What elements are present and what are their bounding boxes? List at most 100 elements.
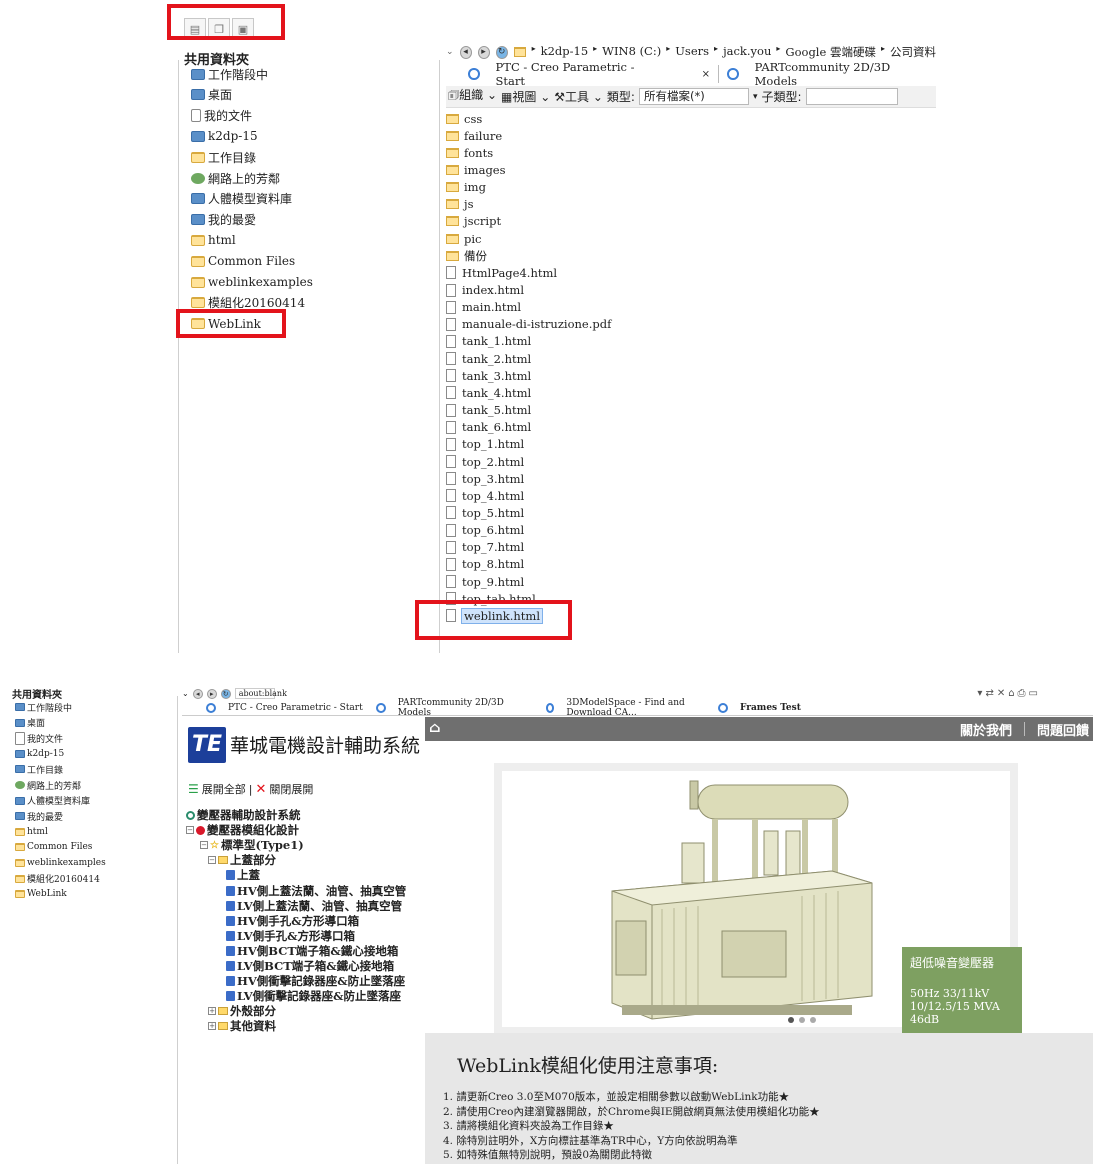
- type-select[interactable]: 所有檔案(*): [638, 88, 749, 105]
- folder-row[interactable]: css: [446, 110, 482, 127]
- common-folder-item[interactable]: html: [15, 825, 48, 839]
- common-folder-item[interactable]: 我的最愛: [15, 809, 63, 823]
- carousel-dot[interactable]: [788, 1017, 794, 1023]
- tree-node[interactable]: − 上蓋部分: [208, 852, 276, 868]
- common-folder-item[interactable]: 人體模型資料庫: [191, 189, 292, 209]
- folder-row[interactable]: failure: [446, 127, 502, 144]
- back-icon[interactable]: ◂: [192, 688, 203, 699]
- tree-node[interactable]: − ☆ 標準型(Type1): [200, 837, 304, 853]
- common-folder-item[interactable]: 我的文件: [15, 731, 63, 745]
- tools-menu[interactable]: ⚒工具 ⌄: [554, 88, 603, 105]
- common-folder-item[interactable]: 桌面: [15, 716, 45, 730]
- expand-icon[interactable]: +: [208, 1022, 216, 1031]
- common-folder-item[interactable]: weblinkexamples: [191, 272, 313, 292]
- common-folder-item[interactable]: weblinkexamples: [15, 856, 106, 870]
- file-row[interactable]: top_5.html: [446, 504, 524, 521]
- common-folder-item[interactable]: k2dp-15: [15, 747, 64, 761]
- tree-node[interactable]: HV側衝擊記錄器座&防止墜落座: [226, 973, 405, 989]
- folder-row[interactable]: js: [446, 196, 473, 213]
- file-row[interactable]: top_7.html: [446, 539, 524, 556]
- refresh-icon[interactable]: ↻: [495, 45, 508, 59]
- file-row[interactable]: top_2.html: [446, 453, 524, 470]
- folder-row[interactable]: pic: [446, 230, 481, 247]
- tree-node[interactable]: + 其他資料: [208, 1018, 276, 1034]
- common-folder-item[interactable]: 網路上的芳鄰: [15, 778, 81, 792]
- breadcrumb-item[interactable]: k2dp-15: [541, 44, 589, 60]
- common-folder-item[interactable]: 模組化20160414: [15, 872, 100, 886]
- collapse-icon[interactable]: −: [208, 856, 216, 865]
- refresh-icon[interactable]: ↻: [220, 688, 231, 699]
- folder-row[interactable]: 備份: [446, 247, 487, 264]
- carousel-dot[interactable]: [799, 1017, 805, 1023]
- tree-node[interactable]: HV側上蓋法蘭、油管、抽真空管: [226, 883, 406, 899]
- nav-feedback[interactable]: 問題回饋: [1037, 720, 1089, 739]
- file-row[interactable]: manuale-di-istruzione.pdf: [446, 316, 611, 333]
- breadcrumb-item[interactable]: Google 雲端硬碟: [785, 44, 876, 60]
- file-row[interactable]: top_6.html: [446, 522, 524, 539]
- breadcrumb-item[interactable]: WIN8 (C:): [602, 44, 661, 60]
- file-row[interactable]: tank_2.html: [446, 350, 531, 367]
- file-row[interactable]: index.html: [446, 282, 524, 299]
- file-row[interactable]: tank_6.html: [446, 419, 531, 436]
- file-row[interactable]: tank_5.html: [446, 402, 531, 419]
- file-row[interactable]: top_1.html: [446, 436, 524, 453]
- tree-node[interactable]: − 變壓器模組化設計: [186, 822, 299, 838]
- breadcrumb-item[interactable]: jack.you: [723, 44, 771, 60]
- common-folder-item[interactable]: WebLink: [15, 887, 67, 901]
- file-row[interactable]: tank_3.html: [446, 367, 531, 384]
- browser-tab[interactable]: Frames Test: [712, 701, 862, 715]
- file-row[interactable]: top_4.html: [446, 487, 524, 504]
- common-folder-item[interactable]: 桌面: [191, 85, 232, 105]
- tab-partcommunity[interactable]: PARTcommunity 2D/3D Models: [718, 60, 936, 88]
- close-icon[interactable]: ×: [702, 69, 710, 80]
- browser-tab[interactable]: 3DModelSpace - Find and Download CA...: [540, 698, 712, 718]
- common-folder-item[interactable]: 網路上的芳鄰: [191, 168, 280, 188]
- url-field[interactable]: about:blank: [234, 688, 287, 699]
- tree-node[interactable]: 變壓器輔助設計系統: [186, 807, 301, 823]
- browser-tab[interactable]: PARTcommunity 2D/3D Models: [370, 698, 540, 718]
- tree-node[interactable]: HV側手孔&方形導口箱: [226, 913, 359, 929]
- subtype-select[interactable]: [805, 88, 898, 105]
- folder-row[interactable]: images: [446, 161, 506, 178]
- tree-node[interactable]: LV側手孔&方形導口箱: [226, 928, 355, 944]
- breadcrumb-item[interactable]: Users: [675, 44, 709, 60]
- common-folder-item[interactable]: Common Files: [15, 840, 92, 854]
- address-bar[interactable]: ⌄ ◂ ▸ ↻ ▸ k2dp-15 ▸ WIN8 (C:) ▸ Users ▸ jack.yo…: [446, 42, 936, 62]
- collapse-icon[interactable]: −: [200, 841, 208, 850]
- carousel-dot[interactable]: [810, 1017, 816, 1023]
- expand-all-link[interactable]: 展開全部: [202, 781, 246, 797]
- tree-node[interactable]: LV側BCT端子箱&鐵心接地箱: [226, 958, 394, 974]
- nav-about[interactable]: 關於我們: [960, 720, 1012, 739]
- common-folder-item[interactable]: 工作階段中: [191, 64, 268, 84]
- forward-icon[interactable]: ▸: [477, 45, 490, 59]
- common-folder-item[interactable]: 我的文件: [191, 106, 252, 126]
- common-folder-item[interactable]: 我的最愛: [191, 210, 256, 230]
- tab-ptc-creo[interactable]: PTC - Creo Parametric - Start ×: [460, 60, 718, 88]
- file-row[interactable]: tank_1.html: [446, 333, 531, 350]
- common-folder-item[interactable]: html: [191, 230, 236, 250]
- breadcrumb-item[interactable]: 公司資料: [890, 44, 936, 60]
- file-row[interactable]: tank_4.html: [446, 384, 531, 401]
- common-folder-item[interactable]: k2dp-15: [191, 126, 258, 146]
- back-icon[interactable]: ◂: [459, 45, 472, 59]
- collapse-icon[interactable]: −: [186, 826, 194, 835]
- browser-tab[interactable]: PTC - Creo Parametric - Start: [200, 701, 370, 715]
- tree-node[interactable]: LV側上蓋法蘭、油管、抽真空管: [226, 898, 402, 914]
- file-row[interactable]: main.html: [446, 299, 521, 316]
- common-folder-item[interactable]: 人體模型資料庫: [15, 794, 90, 808]
- organize-menu[interactable]: 🗊組織 ⌄: [448, 86, 497, 107]
- file-row[interactable]: HtmlPage4.html: [446, 264, 557, 281]
- folder-row[interactable]: img: [446, 179, 486, 196]
- forward-icon[interactable]: ▸: [206, 688, 217, 699]
- file-row[interactable]: top_9.html: [446, 573, 524, 590]
- common-folder-item[interactable]: Common Files: [191, 251, 295, 271]
- collapse-all-link[interactable]: 關閉展開: [269, 781, 313, 797]
- common-folder-item[interactable]: 工作目錄: [191, 147, 256, 167]
- common-folder-item[interactable]: 工作階段中: [15, 700, 72, 714]
- file-row[interactable]: top_8.html: [446, 556, 524, 573]
- tree-node[interactable]: HV側BCT端子箱&鐵心接地箱: [226, 943, 398, 959]
- tree-node[interactable]: LV側衝擊記錄器座&防止墜落座: [226, 988, 401, 1004]
- tree-node[interactable]: + 外殼部分: [208, 1003, 276, 1019]
- home-icon[interactable]: ⌂: [429, 721, 443, 735]
- folder-row[interactable]: fonts: [446, 144, 493, 161]
